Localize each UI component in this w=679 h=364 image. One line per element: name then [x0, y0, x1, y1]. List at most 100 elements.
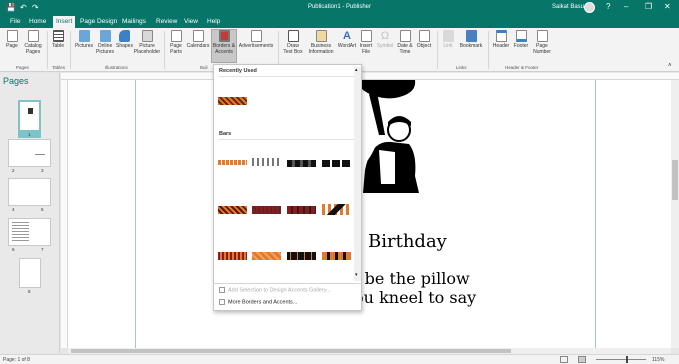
online-pictures-button[interactable]: Online Pictures: [96, 30, 114, 55]
gallery-scrollbar[interactable]: ▴ ▾: [354, 67, 361, 281]
page-parts-button[interactable]: Page Parts: [167, 30, 185, 55]
borders-accents-button[interactable]: Borders & Accents: [211, 29, 237, 63]
page-number-label: 1: [28, 132, 31, 137]
minimize-icon[interactable]: –: [624, 2, 628, 11]
accent-bar-swatch[interactable]: [287, 206, 316, 214]
zoom-slider-thumb[interactable]: [626, 356, 628, 363]
accent-bar-swatch[interactable]: [322, 160, 351, 167]
tab-page-design[interactable]: Page Design: [80, 18, 117, 25]
text-box-icon: [287, 30, 299, 42]
calendars-button[interactable]: Calendars: [186, 30, 210, 49]
user-name[interactable]: Saikat Basu: [552, 4, 584, 10]
verse-line-2[interactable]: you kneel to say: [345, 288, 476, 307]
table-button[interactable]: Table: [50, 30, 66, 49]
draw-text-box-button[interactable]: Draw Text Box: [281, 30, 305, 55]
business-information-button[interactable]: Business Information: [306, 30, 336, 55]
close-icon[interactable]: ✕: [664, 2, 671, 11]
link-button[interactable]: Link: [441, 30, 455, 49]
vertical-ruler[interactable]: [61, 80, 68, 348]
page-thumbnail-6-7[interactable]: [8, 218, 51, 246]
accent-bar-swatch[interactable]: [287, 160, 316, 167]
restore-icon[interactable]: ❐: [645, 2, 652, 11]
catalog-pages-button[interactable]: Catalog Pages: [22, 30, 44, 55]
page-button[interactable]: Page: [4, 30, 20, 49]
vertical-scrollbar[interactable]: [671, 80, 679, 348]
avatar[interactable]: [584, 2, 595, 13]
borders-accents-icon: [218, 30, 230, 42]
margin-guide: [135, 80, 136, 348]
scroll-thumb[interactable]: [672, 160, 678, 200]
accent-bar-swatch[interactable]: [218, 97, 247, 105]
page-thumbnail-4-5[interactable]: [8, 178, 51, 206]
tab-file[interactable]: File: [10, 18, 20, 25]
wordart-button[interactable]: A WordArt: [337, 30, 357, 49]
tab-insert[interactable]: Insert: [53, 16, 76, 28]
insert-file-icon: [360, 30, 372, 42]
tab-mailings[interactable]: Mailings: [122, 18, 146, 25]
shapes-button[interactable]: Shapes: [116, 30, 133, 49]
calendar-icon: [192, 30, 204, 42]
page-thumbnail-2-3[interactable]: [8, 139, 51, 167]
accent-bar-swatch[interactable]: [252, 158, 281, 166]
collapse-ribbon-icon[interactable]: ˄: [668, 63, 672, 69]
tab-review[interactable]: Review: [156, 18, 177, 25]
advertisements-button[interactable]: Advertisements: [238, 30, 274, 49]
add-gallery-icon: [219, 287, 225, 293]
wordart-icon: A: [343, 30, 351, 42]
symbol-button[interactable]: Ω Symbol: [375, 30, 395, 49]
omega-icon: Ω: [380, 30, 390, 42]
page-thumbnail-8[interactable]: [19, 258, 41, 288]
verse-line-1[interactable]: le be the pillow: [345, 269, 470, 288]
accent-bar-swatch[interactable]: [322, 252, 351, 260]
status-bar: Page: 1 of 8 115%: [0, 354, 679, 364]
date-time-icon: [399, 30, 411, 42]
horizontal-ruler[interactable]: [61, 73, 679, 80]
tab-home[interactable]: Home: [29, 18, 46, 25]
scroll-down-icon[interactable]: ▾: [355, 272, 358, 278]
date-time-button[interactable]: Date & Time: [396, 30, 414, 55]
zoom-level[interactable]: 115%: [652, 357, 664, 363]
shapes-icon: [118, 30, 130, 42]
accent-bar-swatch[interactable]: [252, 252, 281, 260]
person-clipart[interactable]: [355, 80, 423, 195]
group-building-blocks: Buil: [200, 65, 208, 70]
single-page-view-icon[interactable]: [560, 356, 568, 363]
scroll-up-icon[interactable]: ▴: [355, 67, 358, 73]
bookmark-icon: [465, 30, 477, 42]
object-button[interactable]: Object: [415, 30, 433, 49]
insert-file-button[interactable]: Insert File: [359, 30, 373, 55]
advertisements-icon: [250, 30, 262, 42]
accent-bar-swatch[interactable]: [287, 252, 316, 260]
help-icon[interactable]: ?: [606, 2, 610, 11]
pictures-button[interactable]: Pictures: [73, 30, 95, 49]
accent-bar-swatch[interactable]: [252, 206, 281, 214]
add-selection-menu-item[interactable]: Add Selection to Design Accents Gallery.…: [219, 287, 331, 293]
bars-heading: Bars: [219, 131, 232, 137]
group-header-footer: Header & Footer: [505, 65, 539, 70]
page-thumbnail-1[interactable]: [18, 100, 41, 132]
scroll-thumb[interactable]: [71, 349, 511, 353]
page-indicator[interactable]: Page: 1 of 8: [3, 357, 30, 363]
picture-placeholder-button[interactable]: Picture Placeholder: [133, 30, 161, 55]
more-borders-accents-menu-item[interactable]: More Borders and Accents...: [219, 299, 297, 305]
tab-help[interactable]: Help: [207, 18, 220, 25]
accent-bar-swatch[interactable]: [218, 206, 247, 214]
title-bar: 💾 ↶ ↷ Publication1 - Publisher Saikat Ba…: [0, 0, 679, 16]
two-page-view-icon[interactable]: [578, 356, 586, 363]
page-number-button[interactable]: Page Number: [532, 30, 552, 55]
accent-bar-swatch[interactable]: [218, 252, 247, 260]
borders-accents-gallery: Recently Used Bars ▴ ▾ Add Selection to …: [213, 64, 362, 311]
accent-bar-swatch[interactable]: [322, 204, 351, 215]
borders-icon: [219, 299, 225, 305]
header-button[interactable]: Header: [491, 30, 511, 49]
link-icon: [442, 30, 454, 42]
pages-panel: Pages 1 2 3 4 5 6 7 8: [0, 73, 60, 353]
bookmark-button[interactable]: Bookmark: [457, 30, 485, 49]
birthday-heading[interactable]: Birthday: [368, 231, 447, 252]
pictures-icon: [78, 30, 90, 42]
tab-view[interactable]: View: [184, 18, 198, 25]
accent-bar-swatch[interactable]: [218, 160, 247, 165]
zoom-slider[interactable]: [596, 359, 646, 360]
footer-button[interactable]: Footer: [512, 30, 530, 49]
group-tables: Tables: [52, 65, 66, 70]
